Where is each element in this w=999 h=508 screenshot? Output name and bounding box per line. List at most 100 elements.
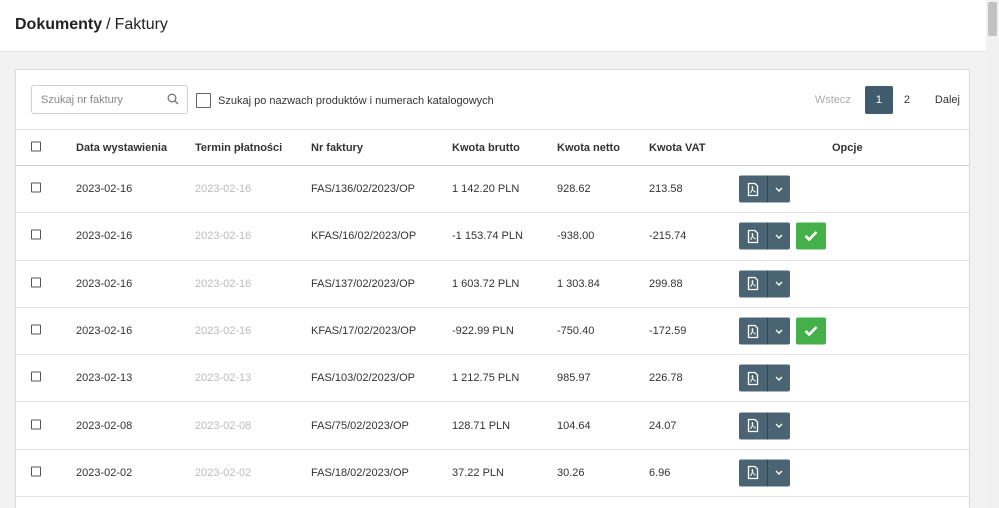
- page-scrollbar[interactable]: [986, 0, 999, 508]
- select-all-checkbox-cell[interactable]: [31, 141, 41, 154]
- row-checkbox[interactable]: [31, 419, 41, 430]
- row-due-date: 2023-02-13: [195, 372, 252, 385]
- row-checkbox[interactable]: [31, 182, 41, 193]
- options-dropdown-button[interactable]: [767, 270, 790, 298]
- pdf-file-icon: [747, 229, 759, 244]
- row-due-date: 2023-02-08: [195, 419, 252, 432]
- row-invoice-number[interactable]: FAS/18/02/2023/OP: [311, 467, 409, 479]
- confirm-button[interactable]: [796, 317, 826, 345]
- table-row: 2023-02-08 2023-02-08 FAS/75/02/2023/OP …: [16, 402, 969, 450]
- row-vat-amount: 24.07: [649, 419, 677, 432]
- chevron-down-icon: [775, 234, 783, 239]
- invoices-table: Data wystawienia Termin płatności Nr fak…: [16, 129, 969, 498]
- row-invoice-number[interactable]: KFAS/16/02/2023/OP: [311, 230, 416, 242]
- table-row: 2023-02-02 2023-02-02 FAS/18/02/2023/OP …: [16, 450, 969, 498]
- breadcrumb-separator: /: [106, 16, 111, 33]
- row-vat-amount: 6.96: [649, 466, 671, 479]
- row-checkbox-cell[interactable]: [31, 324, 41, 338]
- header-due[interactable]: Termin płatności: [195, 142, 282, 154]
- download-pdf-button[interactable]: [739, 222, 767, 250]
- product-search-checkbox[interactable]: [196, 93, 211, 108]
- header-date[interactable]: Data wystawienia: [76, 142, 167, 154]
- row-date: 2023-02-16: [76, 183, 133, 196]
- row-checkbox[interactable]: [31, 371, 41, 382]
- row-options: [739, 317, 826, 345]
- row-due-date: 2023-02-16: [195, 183, 252, 196]
- row-net-amount: -750.40: [557, 325, 595, 338]
- pagination-page-1[interactable]: 1: [864, 86, 893, 114]
- row-checkbox-cell[interactable]: [31, 229, 41, 243]
- breadcrumb-current: Faktury: [114, 16, 168, 33]
- pagination-prev[interactable]: Wstecz: [815, 94, 851, 106]
- row-gross-amount: 128.71 PLN: [452, 419, 511, 432]
- chevron-down-icon: [775, 281, 783, 287]
- product-search-label: Szukaj po nazwach produktów i numerach k…: [218, 94, 494, 107]
- pagination: Wstecz 1 2 Dalej: [815, 86, 960, 114]
- options-dropdown-button[interactable]: [767, 175, 790, 203]
- row-net-amount: 928.62: [557, 183, 591, 196]
- table-row: 2023-02-16 2023-02-16 KFAS/17/02/2023/OP…: [16, 308, 969, 356]
- header-net[interactable]: Kwota netto: [557, 142, 620, 154]
- product-search-toggle[interactable]: Szukaj po nazwach produktów i numerach k…: [196, 93, 494, 108]
- row-invoice-number[interactable]: FAS/137/02/2023/OP: [311, 278, 415, 290]
- header-vat[interactable]: Kwota VAT: [649, 142, 705, 154]
- chevron-down-icon: [775, 187, 783, 192]
- breadcrumb-root[interactable]: Dokumenty: [15, 16, 102, 33]
- pdf-file-icon: [747, 371, 759, 385]
- download-pdf-button[interactable]: [739, 317, 767, 345]
- row-checkbox-cell[interactable]: [31, 466, 41, 479]
- options-dropdown-button[interactable]: [767, 317, 790, 345]
- row-checkbox[interactable]: [31, 466, 41, 477]
- invoices-panel: Szukaj po nazwach produktów i numerach k…: [15, 69, 970, 508]
- row-invoice-number[interactable]: KFAS/17/02/2023/OP: [311, 325, 416, 337]
- checkmark-icon: [804, 231, 818, 242]
- download-pdf-button[interactable]: [739, 270, 767, 298]
- header-gross[interactable]: Kwota brutto: [452, 142, 520, 154]
- row-gross-amount: 37.22 PLN: [452, 466, 504, 479]
- header-nr[interactable]: Nr faktury: [311, 142, 363, 154]
- table-row: 2023-02-13 2023-02-13 FAS/103/02/2023/OP…: [16, 355, 969, 403]
- search-icon[interactable]: [167, 93, 179, 105]
- options-dropdown-button[interactable]: [767, 412, 790, 440]
- select-all-checkbox[interactable]: [31, 141, 41, 151]
- row-gross-amount: 1 603.72 PLN: [452, 277, 520, 290]
- row-checkbox-cell[interactable]: [31, 277, 41, 290]
- pdf-file-icon: [747, 324, 759, 338]
- row-gross-amount: -922.99 PLN: [452, 325, 514, 338]
- row-net-amount: 104.64: [557, 419, 591, 432]
- options-dropdown-button[interactable]: [767, 222, 790, 250]
- row-vat-amount: -172.59: [649, 325, 687, 338]
- row-checkbox-cell[interactable]: [31, 182, 41, 196]
- row-checkbox-cell[interactable]: [31, 419, 41, 432]
- row-date: 2023-02-16: [76, 277, 133, 290]
- download-pdf-button[interactable]: [739, 459, 767, 487]
- row-checkbox-cell[interactable]: [31, 371, 41, 385]
- row-checkbox[interactable]: [31, 277, 41, 288]
- row-gross-amount: -1 153.74 PLN: [452, 230, 523, 243]
- download-pdf-button[interactable]: [739, 175, 767, 203]
- pagination-next[interactable]: Dalej: [935, 94, 960, 106]
- row-checkbox[interactable]: [31, 324, 41, 335]
- pdf-file-icon: [747, 182, 759, 196]
- table-row: 2023-02-16 2023-02-16 FAS/136/02/2023/OP…: [16, 166, 969, 214]
- row-options: [739, 270, 790, 298]
- row-date: 2023-02-16: [76, 325, 133, 338]
- row-invoice-number[interactable]: FAS/103/02/2023/OP: [311, 372, 415, 384]
- row-invoice-number[interactable]: FAS/75/02/2023/OP: [311, 420, 409, 432]
- header-options: Opcje: [832, 141, 863, 154]
- options-dropdown-button[interactable]: [767, 459, 790, 487]
- confirm-button[interactable]: [796, 222, 826, 250]
- scrollbar-thumb[interactable]: [988, 2, 997, 36]
- invoice-search-input[interactable]: [32, 86, 162, 113]
- row-date: 2023-02-08: [76, 419, 133, 432]
- download-pdf-button[interactable]: [739, 412, 767, 440]
- invoice-search-field[interactable]: [31, 85, 188, 114]
- pdf-file-icon: [747, 466, 759, 480]
- download-pdf-button[interactable]: [739, 364, 767, 392]
- pagination-page-2[interactable]: 2: [893, 86, 921, 114]
- pdf-file-icon: [747, 277, 759, 291]
- row-options: [739, 459, 790, 487]
- options-dropdown-button[interactable]: [767, 364, 790, 392]
- row-invoice-number[interactable]: FAS/136/02/2023/OP: [311, 183, 415, 195]
- row-checkbox[interactable]: [31, 229, 41, 240]
